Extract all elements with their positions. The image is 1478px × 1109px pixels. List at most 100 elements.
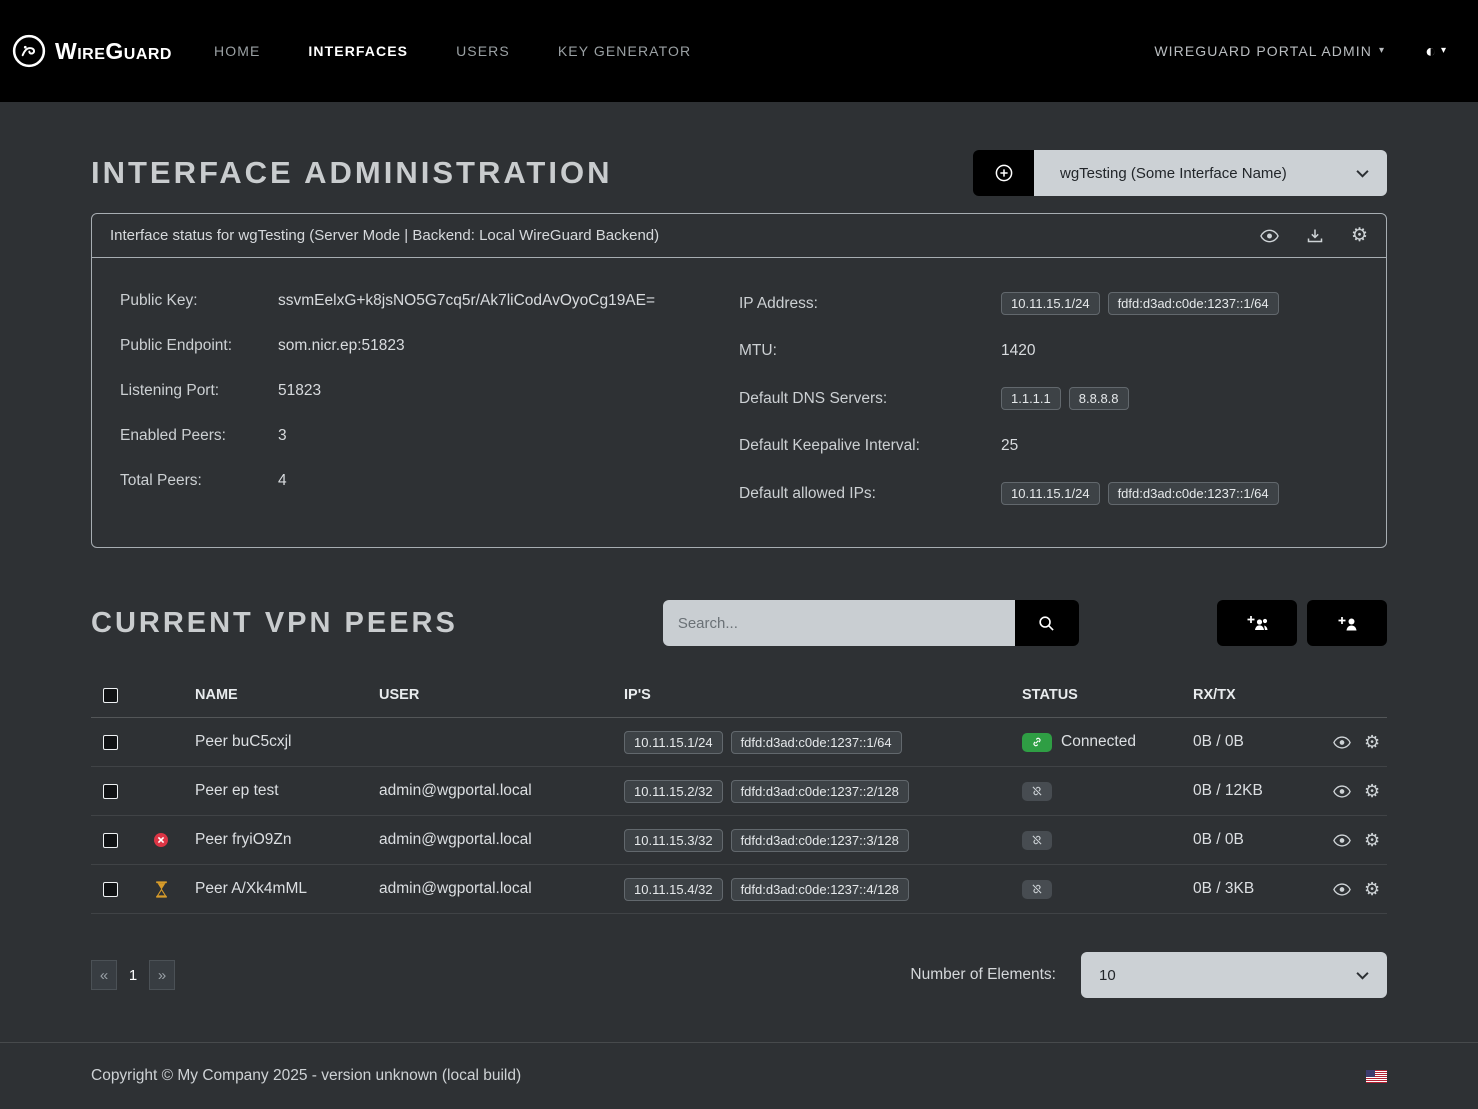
peer-add-group	[1217, 600, 1387, 646]
row-checkbox[interactable]	[103, 833, 118, 848]
copyright: Copyright © My Company 2025 - version un…	[91, 1067, 521, 1085]
link-slash-icon	[1022, 782, 1052, 801]
plus-circle-icon	[995, 164, 1013, 182]
gear-icon: ⚙	[1364, 831, 1380, 849]
view-peer-button[interactable]	[1333, 736, 1351, 749]
caret-down-icon: ▾	[1379, 46, 1385, 56]
elements-label: Number of Elements:	[910, 966, 1056, 984]
nav-users[interactable]: USERS	[456, 43, 510, 59]
field-label: Enabled Peers:	[120, 427, 278, 445]
listening-port-value: 51823	[278, 382, 739, 400]
table-row: Peer buC5cxjl 10.11.15.1/24 fdfd:d3ad:c0…	[91, 718, 1387, 767]
peer-user: admin@wgportal.local	[379, 831, 624, 849]
peers-title: CURRENT VPN PEERS	[91, 607, 458, 640]
field-label: Total Peers:	[120, 472, 278, 490]
ip-badge: fdfd:d3ad:c0de:1237::1/64	[1108, 292, 1279, 315]
field-label: Listening Port:	[120, 382, 278, 400]
row-actions: ⚙	[1333, 880, 1387, 898]
select-all-checkbox[interactable]	[103, 688, 118, 703]
gear-icon: ⚙	[1364, 782, 1380, 800]
card-title: Interface status for wgTesting (Server M…	[110, 227, 659, 244]
interface-select-group: wgTesting (Some Interface Name)	[973, 150, 1387, 196]
download-icon	[1307, 228, 1323, 244]
ip-badge: 10.11.15.1/24	[624, 731, 723, 754]
edit-peer-button[interactable]: ⚙	[1364, 831, 1380, 849]
table-row: Peer fryiO9Zn admin@wgportal.local 10.11…	[91, 816, 1387, 865]
eye-icon	[1260, 229, 1279, 243]
link-slash-icon	[1022, 880, 1052, 899]
nav-key-generator[interactable]: KEY GENERATOR	[558, 43, 691, 59]
user-menu[interactable]: WIREGUARD PORTAL ADMIN ▾	[1154, 43, 1385, 59]
dns-badges: 1.1.1.1 8.8.8.8	[1001, 387, 1358, 410]
download-config-button[interactable]	[1307, 228, 1323, 244]
search-button[interactable]	[1015, 600, 1079, 646]
elements-select[interactable]: 10	[1081, 952, 1387, 998]
row-checkbox[interactable]	[103, 735, 118, 750]
row-actions: ⚙	[1333, 782, 1387, 800]
expired-x-circle-icon	[137, 832, 185, 848]
wireguard-logo-icon	[12, 34, 46, 68]
search-icon	[1038, 615, 1055, 632]
eye-icon	[1333, 834, 1351, 847]
add-peer-icon	[1335, 614, 1359, 632]
edit-peer-button[interactable]: ⚙	[1364, 733, 1380, 751]
pagination-next[interactable]: »	[149, 960, 175, 990]
table-header-row: NAME USER IP'S STATUS RX/TX	[91, 673, 1387, 718]
row-actions: ⚙	[1333, 831, 1387, 849]
add-multiple-peers-button[interactable]	[1217, 600, 1297, 646]
nav-home[interactable]: HOME	[214, 43, 260, 59]
view-config-button[interactable]	[1260, 229, 1279, 243]
interface-select[interactable]: wgTesting (Some Interface Name)	[1034, 150, 1387, 196]
chevron-down-icon	[1356, 971, 1369, 980]
peer-status	[1022, 831, 1193, 850]
card-body: Public Key: ssvmEelxG+k8jsNO5G7cq5r/Ak7l…	[92, 258, 1386, 547]
card-right-column: IP Address: 10.11.15.1/24 fdfd:d3ad:c0de…	[739, 292, 1358, 505]
peer-name: Peer fryiO9Zn	[185, 831, 379, 849]
row-checkbox[interactable]	[103, 784, 118, 799]
peer-ips: 10.11.15.4/32 fdfd:d3ad:c0de:1237::4/128	[624, 878, 1022, 901]
brand-label: WireGuard	[55, 38, 172, 65]
theme-icon: ◐	[1425, 41, 1436, 62]
view-peer-button[interactable]	[1333, 834, 1351, 847]
ip-badge: fdfd:d3ad:c0de:1237::1/64	[1108, 482, 1279, 505]
ip-badge: 10.11.15.1/24	[1001, 292, 1100, 315]
row-actions: ⚙	[1333, 733, 1387, 751]
elements-group: Number of Elements: 10	[910, 952, 1387, 998]
mtu-value: 1420	[1001, 342, 1358, 360]
edit-peer-button[interactable]: ⚙	[1364, 782, 1380, 800]
peer-ips: 10.11.15.3/32 fdfd:d3ad:c0de:1237::3/128	[624, 829, 1022, 852]
ip-badge: 10.11.15.2/32	[624, 780, 723, 803]
peer-rxtx: 0B / 3KB	[1193, 880, 1333, 898]
column-header-user: USER	[379, 687, 624, 703]
add-peer-button[interactable]	[1307, 600, 1387, 646]
nav-interfaces[interactable]: INTERFACES	[308, 43, 408, 59]
pagination-current-page[interactable]: 1	[122, 967, 144, 984]
field-label: MTU:	[739, 342, 1001, 360]
user-menu-label: WIREGUARD PORTAL ADMIN	[1154, 43, 1372, 59]
search-input[interactable]	[663, 600, 1015, 646]
view-peer-button[interactable]	[1333, 785, 1351, 798]
peer-ips: 10.11.15.1/24 fdfd:d3ad:c0de:1237::1/64	[624, 731, 1022, 754]
gear-icon: ⚙	[1364, 733, 1380, 751]
card-header: Interface status for wgTesting (Server M…	[92, 214, 1386, 258]
us-flag-icon[interactable]	[1366, 1070, 1387, 1083]
add-interface-button[interactable]	[973, 150, 1034, 196]
edit-peer-button[interactable]: ⚙	[1364, 880, 1380, 898]
link-icon	[1022, 733, 1052, 752]
peer-status: Connected	[1022, 733, 1193, 752]
view-peer-button[interactable]	[1333, 883, 1351, 896]
table-row: Peer ep test admin@wgportal.local 10.11.…	[91, 767, 1387, 816]
field-label: Default Keepalive Interval:	[739, 437, 1001, 455]
row-checkbox[interactable]	[103, 882, 118, 897]
ip-badge: fdfd:d3ad:c0de:1237::4/128	[731, 878, 909, 901]
edit-interface-button[interactable]: ⚙	[1351, 226, 1368, 245]
pagination-prev[interactable]: «	[91, 960, 117, 990]
theme-toggle[interactable]: ◐ ▾	[1425, 41, 1446, 62]
ip-address-badges: 10.11.15.1/24 fdfd:d3ad:c0de:1237::1/64	[1001, 292, 1358, 315]
brand[interactable]: WireGuard	[12, 34, 172, 68]
card-left-column: Public Key: ssvmEelxG+k8jsNO5G7cq5r/Ak7l…	[120, 292, 739, 505]
chevron-down-icon	[1356, 169, 1369, 178]
column-header-status: STATUS	[1022, 687, 1193, 703]
card-actions: ⚙	[1260, 226, 1368, 245]
ip-badge: 10.11.15.4/32	[624, 878, 723, 901]
